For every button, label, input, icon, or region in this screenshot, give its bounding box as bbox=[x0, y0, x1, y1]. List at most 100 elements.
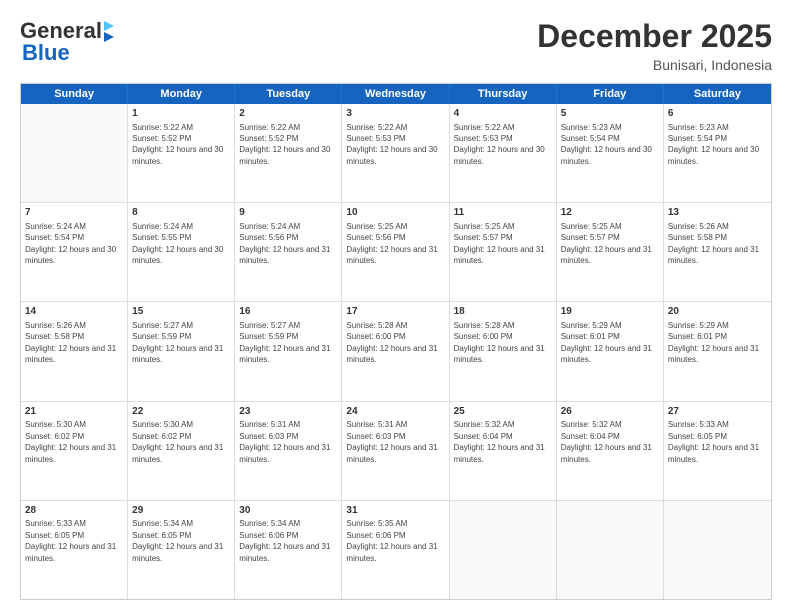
day-number: 13 bbox=[668, 206, 767, 220]
table-row: 22Sunrise: 5:30 AMSunset: 6:02 PMDayligh… bbox=[128, 402, 235, 500]
cell-info: Sunrise: 5:29 AMSunset: 6:01 PMDaylight:… bbox=[561, 321, 652, 364]
day-number: 28 bbox=[25, 504, 123, 518]
title-block: December 2025 Bunisari, Indonesia bbox=[537, 18, 772, 73]
day-number: 12 bbox=[561, 206, 659, 220]
table-row: 12 Sunrise: 5:25 AMSunset: 5:57 PMDayligh… bbox=[557, 203, 664, 301]
cell-info: Sunrise: 5:23 AMSunset: 5:54 PMDaylight:… bbox=[668, 123, 759, 166]
day-number: 31 bbox=[346, 504, 444, 518]
table-row: 6 Sunrise: 5:23 AMSunset: 5:54 PMDaylight… bbox=[664, 104, 771, 202]
day-number: 5 bbox=[561, 107, 659, 121]
cell-info: Sunrise: 5:34 AMSunset: 6:05 PMDaylight:… bbox=[132, 519, 223, 562]
page-header: General Blue December 2025 Bunisari, Ind… bbox=[20, 18, 772, 73]
cell-info: Sunrise: 5:27 AMSunset: 5:59 PMDaylight:… bbox=[239, 321, 330, 364]
day-number: 15 bbox=[132, 305, 230, 319]
header-friday: Friday bbox=[557, 84, 664, 104]
cell-info: Sunrise: 5:33 AMSunset: 6:05 PMDaylight:… bbox=[668, 420, 759, 463]
cell-info: Sunrise: 5:33 AMSunset: 6:05 PMDaylight:… bbox=[25, 519, 116, 562]
day-number: 24 bbox=[346, 405, 444, 419]
cell-info: Sunrise: 5:25 AMSunset: 5:57 PMDaylight:… bbox=[454, 222, 545, 265]
day-number: 18 bbox=[454, 305, 552, 319]
table-row: 20 Sunrise: 5:29 AMSunset: 6:01 PMDayligh… bbox=[664, 302, 771, 400]
table-row: 2 Sunrise: 5:22 AMSunset: 5:52 PMDaylight… bbox=[235, 104, 342, 202]
table-row: 14Sunrise: 5:26 AMSunset: 5:58 PMDayligh… bbox=[21, 302, 128, 400]
cell-info: Sunrise: 5:29 AMSunset: 6:01 PMDaylight:… bbox=[668, 321, 759, 364]
day-number: 6 bbox=[668, 107, 767, 121]
table-row: 9 Sunrise: 5:24 AMSunset: 5:56 PMDaylight… bbox=[235, 203, 342, 301]
day-number: 16 bbox=[239, 305, 337, 319]
day-number: 17 bbox=[346, 305, 444, 319]
cell-info: Sunrise: 5:22 AMSunset: 5:53 PMDaylight:… bbox=[454, 123, 545, 166]
logo-arrow-bottom bbox=[104, 32, 114, 42]
table-row: 18 Sunrise: 5:28 AMSunset: 6:00 PMDayligh… bbox=[450, 302, 557, 400]
calendar-row: 7 Sunrise: 5:24 AMSunset: 5:54 PMDaylight… bbox=[21, 203, 771, 302]
table-row bbox=[557, 501, 664, 599]
day-number: 10 bbox=[346, 206, 444, 220]
table-row: 1 Sunrise: 5:22 AMSunset: 5:52 PMDaylight… bbox=[128, 104, 235, 202]
table-row: 4 Sunrise: 5:22 AMSunset: 5:53 PMDaylight… bbox=[450, 104, 557, 202]
day-number: 8 bbox=[132, 206, 230, 220]
logo: General Blue bbox=[20, 18, 114, 66]
page-title: December 2025 bbox=[537, 18, 772, 55]
cell-info: Sunrise: 5:22 AMSunset: 5:52 PMDaylight:… bbox=[239, 123, 330, 166]
cell-info: Sunrise: 5:35 AMSunset: 6:06 PMDaylight:… bbox=[346, 519, 437, 562]
cell-info: Sunrise: 5:23 AMSunset: 5:54 PMDaylight:… bbox=[561, 123, 652, 166]
table-row: 11 Sunrise: 5:25 AMSunset: 5:57 PMDayligh… bbox=[450, 203, 557, 301]
cell-info: Sunrise: 5:24 AMSunset: 5:54 PMDaylight:… bbox=[25, 222, 116, 265]
day-number: 14 bbox=[25, 305, 123, 319]
table-row: 25Sunrise: 5:32 AMSunset: 6:04 PMDayligh… bbox=[450, 402, 557, 500]
day-number: 4 bbox=[454, 107, 552, 121]
cell-info: Sunrise: 5:25 AMSunset: 5:56 PMDaylight:… bbox=[346, 222, 437, 265]
table-row: 17 Sunrise: 5:28 AMSunset: 6:00 PMDayligh… bbox=[342, 302, 449, 400]
table-row: 24Sunrise: 5:31 AMSunset: 6:03 PMDayligh… bbox=[342, 402, 449, 500]
table-row: 7 Sunrise: 5:24 AMSunset: 5:54 PMDaylight… bbox=[21, 203, 128, 301]
cell-info: Sunrise: 5:27 AMSunset: 5:59 PMDaylight:… bbox=[132, 321, 223, 364]
header-sunday: Sunday bbox=[21, 84, 128, 104]
cell-info: Sunrise: 5:31 AMSunset: 6:03 PMDaylight:… bbox=[239, 420, 330, 463]
cell-info: Sunrise: 5:26 AMSunset: 5:58 PMDaylight:… bbox=[668, 222, 759, 265]
table-row: 30Sunrise: 5:34 AMSunset: 6:06 PMDayligh… bbox=[235, 501, 342, 599]
day-number: 29 bbox=[132, 504, 230, 518]
cell-info: Sunrise: 5:32 AMSunset: 6:04 PMDaylight:… bbox=[561, 420, 652, 463]
day-number: 27 bbox=[668, 405, 767, 419]
table-row: 31Sunrise: 5:35 AMSunset: 6:06 PMDayligh… bbox=[342, 501, 449, 599]
cell-info: Sunrise: 5:24 AMSunset: 5:56 PMDaylight:… bbox=[239, 222, 330, 265]
calendar-row: 28Sunrise: 5:33 AMSunset: 6:05 PMDayligh… bbox=[21, 501, 771, 599]
table-row: 27Sunrise: 5:33 AMSunset: 6:05 PMDayligh… bbox=[664, 402, 771, 500]
day-number: 25 bbox=[454, 405, 552, 419]
header-tuesday: Tuesday bbox=[235, 84, 342, 104]
cell-info: Sunrise: 5:28 AMSunset: 6:00 PMDaylight:… bbox=[346, 321, 437, 364]
table-row: 10 Sunrise: 5:25 AMSunset: 5:56 PMDayligh… bbox=[342, 203, 449, 301]
table-row: 5 Sunrise: 5:23 AMSunset: 5:54 PMDaylight… bbox=[557, 104, 664, 202]
logo-arrow-top bbox=[104, 21, 114, 31]
header-thursday: Thursday bbox=[450, 84, 557, 104]
logo-blue: Blue bbox=[22, 40, 70, 66]
cell-info: Sunrise: 5:22 AMSunset: 5:52 PMDaylight:… bbox=[132, 123, 223, 166]
day-number: 26 bbox=[561, 405, 659, 419]
table-row: 13 Sunrise: 5:26 AMSunset: 5:58 PMDayligh… bbox=[664, 203, 771, 301]
table-row: 15 Sunrise: 5:27 AMSunset: 5:59 PMDayligh… bbox=[128, 302, 235, 400]
calendar-row: 21 Sunrise: 5:30 AMSunset: 6:02 PMDayligh… bbox=[21, 402, 771, 501]
day-number: 22 bbox=[132, 405, 230, 419]
day-number: 9 bbox=[239, 206, 337, 220]
cell-info: Sunrise: 5:34 AMSunset: 6:06 PMDaylight:… bbox=[239, 519, 330, 562]
table-row bbox=[664, 501, 771, 599]
day-number: 1 bbox=[132, 107, 230, 121]
calendar-row: 14Sunrise: 5:26 AMSunset: 5:58 PMDayligh… bbox=[21, 302, 771, 401]
day-number: 20 bbox=[668, 305, 767, 319]
page-subtitle: Bunisari, Indonesia bbox=[537, 57, 772, 73]
table-row: 19Sunrise: 5:29 AMSunset: 6:01 PMDayligh… bbox=[557, 302, 664, 400]
table-row bbox=[21, 104, 128, 202]
calendar-body: 1 Sunrise: 5:22 AMSunset: 5:52 PMDaylight… bbox=[21, 104, 771, 599]
day-number: 11 bbox=[454, 206, 552, 220]
cell-info: Sunrise: 5:25 AMSunset: 5:57 PMDaylight:… bbox=[561, 222, 652, 265]
table-row: 8 Sunrise: 5:24 AMSunset: 5:55 PMDaylight… bbox=[128, 203, 235, 301]
day-number: 3 bbox=[346, 107, 444, 121]
day-number: 23 bbox=[239, 405, 337, 419]
day-number: 2 bbox=[239, 107, 337, 121]
table-row: 26Sunrise: 5:32 AMSunset: 6:04 PMDayligh… bbox=[557, 402, 664, 500]
cell-info: Sunrise: 5:30 AMSunset: 6:02 PMDaylight:… bbox=[132, 420, 223, 463]
day-number: 7 bbox=[25, 206, 123, 220]
day-number: 21 bbox=[25, 405, 123, 419]
cell-info: Sunrise: 5:28 AMSunset: 6:00 PMDaylight:… bbox=[454, 321, 545, 364]
cell-info: Sunrise: 5:24 AMSunset: 5:55 PMDaylight:… bbox=[132, 222, 223, 265]
